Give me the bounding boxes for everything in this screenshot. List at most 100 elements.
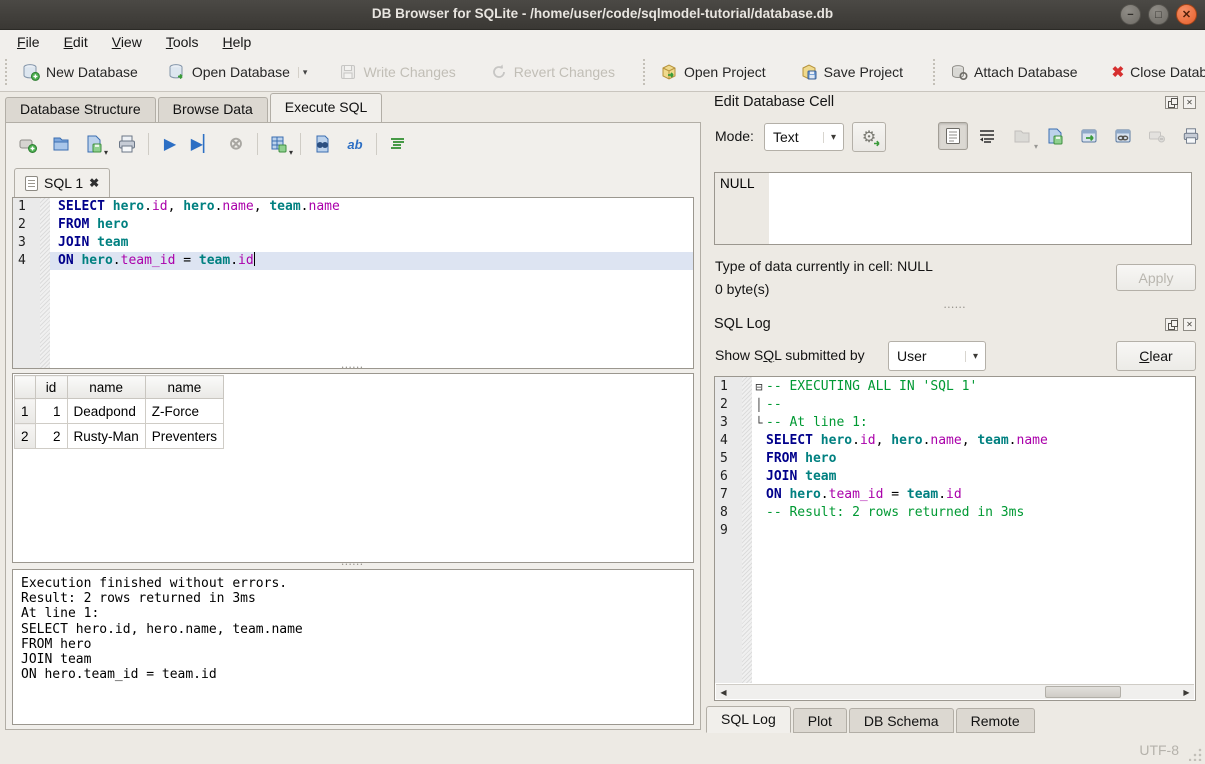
row-header[interactable]: 1 <box>15 399 36 424</box>
menu-tools[interactable]: Tools <box>155 32 210 52</box>
tab-plot[interactable]: Plot <box>793 708 847 733</box>
copy-link-button[interactable] <box>1108 122 1138 150</box>
save-project-button[interactable]: Save Project <box>792 59 911 85</box>
code-line[interactable]: 8-- Result: 2 rows returned in 3ms <box>715 504 1195 522</box>
attach-database-button[interactable]: Attach Database <box>942 59 1086 85</box>
code-line[interactable]: 9 <box>715 522 1195 540</box>
table-cell[interactable]: Rusty-Man <box>67 424 145 449</box>
table-row[interactable]: 22Rusty-ManPreventers <box>15 424 224 449</box>
log-horizontal-scrollbar[interactable]: ◀ ▶ <box>716 684 1194 699</box>
maximize-button[interactable]: □ <box>1148 4 1169 25</box>
find-button[interactable] <box>310 132 334 156</box>
code-line[interactable]: 5FROM hero <box>715 450 1195 468</box>
close-database-button[interactable]: ✖ Close Database <box>1104 59 1205 85</box>
code-line[interactable]: 6JOIN team <box>715 468 1195 486</box>
execution-message-area[interactable]: Execution finished without errors. Resul… <box>12 569 694 725</box>
scroll-right-icon[interactable]: ▶ <box>1179 688 1194 697</box>
minimize-button[interactable]: − <box>1120 4 1141 25</box>
mode-combobox[interactable]: Text ▾ <box>764 123 844 151</box>
apply-gear-button[interactable]: ⚙ <box>852 122 886 152</box>
code-line[interactable]: 1⊟-- EXECUTING ALL IN 'SQL 1' <box>715 378 1195 396</box>
code-line[interactable]: 3JOIN team <box>13 234 693 252</box>
toolbar-drag-handle[interactable] <box>5 59 7 85</box>
sql-1-tab[interactable]: SQL 1 ✖ <box>14 168 110 197</box>
cell-editor[interactable]: NULL <box>714 172 1192 245</box>
format-sql-button[interactable] <box>386 132 410 156</box>
table-row[interactable]: 11DeadpondZ-Force <box>15 399 224 424</box>
code-line[interactable]: 1SELECT hero.id, hero.name, team.name <box>13 198 693 216</box>
code-line[interactable]: 4SELECT hero.id, hero.name, team.name <box>715 432 1195 450</box>
tab-database-structure[interactable]: Database Structure <box>5 97 156 122</box>
scrollbar-thumb[interactable] <box>1045 686 1121 698</box>
sql-editor[interactable]: 1SELECT hero.id, hero.name, team.name2FR… <box>12 197 694 369</box>
code-line[interactable]: 2│-- <box>715 396 1195 414</box>
table-cell[interactable]: 2 <box>35 424 67 449</box>
dock-splitter[interactable]: •••••• <box>706 306 1205 312</box>
code-line[interactable]: 2FROM hero <box>13 216 693 234</box>
tab-remote[interactable]: Remote <box>956 708 1035 733</box>
open-external-button[interactable] <box>1074 122 1104 150</box>
row-header[interactable]: 2 <box>15 424 36 449</box>
word-wrap-button[interactable] <box>972 122 1002 150</box>
menu-view[interactable]: View <box>101 32 153 52</box>
float-panel-icon[interactable] <box>1165 96 1178 109</box>
tab-execute-sql[interactable]: Execute SQL <box>270 93 383 122</box>
resize-grip[interactable] <box>1189 748 1202 761</box>
toolbar-drag-handle[interactable] <box>643 59 645 85</box>
table-cell[interactable]: Deadpond <box>67 399 145 424</box>
fold-marker-icon[interactable]: ⊟ <box>752 378 766 396</box>
execute-all-button[interactable]: ▶ <box>158 132 182 156</box>
execute-line-button[interactable]: ▶▏ <box>191 132 215 156</box>
close-panel-icon[interactable]: ✕ <box>1183 318 1196 331</box>
scrollbar-track[interactable] <box>731 685 1179 699</box>
sql-log-view[interactable]: 1⊟-- EXECUTING ALL IN 'SQL 1'2│--3└-- At… <box>714 376 1196 701</box>
open-sql-file-button[interactable] <box>49 132 73 156</box>
title-bar[interactable]: DB Browser for SQLite - /home/user/code/… <box>0 0 1205 30</box>
save-sql-dropdown-icon[interactable]: ▾ <box>104 148 108 157</box>
new-sql-tab-button[interactable] <box>16 132 40 156</box>
export-results-button[interactable]: ▾ <box>267 132 291 156</box>
revert-changes-button[interactable]: Revert Changes <box>482 59 623 85</box>
close-button[interactable]: ✕ <box>1176 4 1197 25</box>
print-sql-button[interactable] <box>115 132 139 156</box>
menu-file[interactable]: File <box>6 32 51 52</box>
export-results-dropdown-icon[interactable]: ▾ <box>289 148 293 157</box>
print-cell-button[interactable] <box>1176 122 1205 150</box>
code-line[interactable]: 3└-- At line 1: <box>715 414 1195 432</box>
table-cell[interactable]: Preventers <box>145 424 223 449</box>
text-mode-button[interactable] <box>938 122 968 150</box>
toolbar-drag-handle[interactable] <box>933 59 935 85</box>
log-filter-combobox[interactable]: User ▾ <box>888 341 986 371</box>
new-database-button[interactable]: New Database <box>14 59 146 85</box>
menu-help[interactable]: Help <box>212 32 263 52</box>
column-header[interactable]: name <box>67 376 145 399</box>
sql-tab-close-icon[interactable]: ✖ <box>89 176 99 190</box>
apply-button[interactable]: Apply <box>1116 264 1196 291</box>
float-panel-icon[interactable] <box>1165 318 1178 331</box>
column-header[interactable]: id <box>35 376 67 399</box>
write-changes-button[interactable]: Write Changes <box>331 59 463 85</box>
editor-results-splitter[interactable]: •••••• <box>6 366 700 372</box>
tab-sql-log[interactable]: SQL Log <box>706 706 791 733</box>
table-cell[interactable]: Z-Force <box>145 399 223 424</box>
set-null-button[interactable] <box>1142 122 1172 150</box>
stop-execution-button[interactable]: ⊗ <box>224 132 248 156</box>
table-cell[interactable]: 1 <box>35 399 67 424</box>
results-grid[interactable]: idnamename11DeadpondZ-Force22Rusty-ManPr… <box>12 373 694 563</box>
save-sql-file-button[interactable]: ▾ <box>82 132 106 156</box>
tab-db-schema[interactable]: DB Schema <box>849 708 954 733</box>
close-panel-icon[interactable]: ✕ <box>1183 96 1196 109</box>
column-header[interactable]: name <box>145 376 223 399</box>
open-database-dropdown-icon[interactable]: ▾ <box>298 67 308 78</box>
clear-log-button[interactable]: Clear <box>1116 341 1196 371</box>
open-database-button[interactable]: Open Database ▾ <box>160 59 316 85</box>
import-data-button[interactable]: ▾ <box>1006 122 1036 150</box>
code-line[interactable]: 4ON hero.team_id = team.id <box>13 252 693 270</box>
code-line[interactable]: 7ON hero.team_id = team.id <box>715 486 1195 504</box>
menu-edit[interactable]: Edit <box>53 32 99 52</box>
replace-button[interactable]: ab <box>343 132 367 156</box>
export-data-button[interactable] <box>1040 122 1070 150</box>
scroll-left-icon[interactable]: ◀ <box>716 688 731 697</box>
open-project-button[interactable]: Open Project <box>652 59 774 85</box>
tab-browse-data[interactable]: Browse Data <box>158 97 268 122</box>
